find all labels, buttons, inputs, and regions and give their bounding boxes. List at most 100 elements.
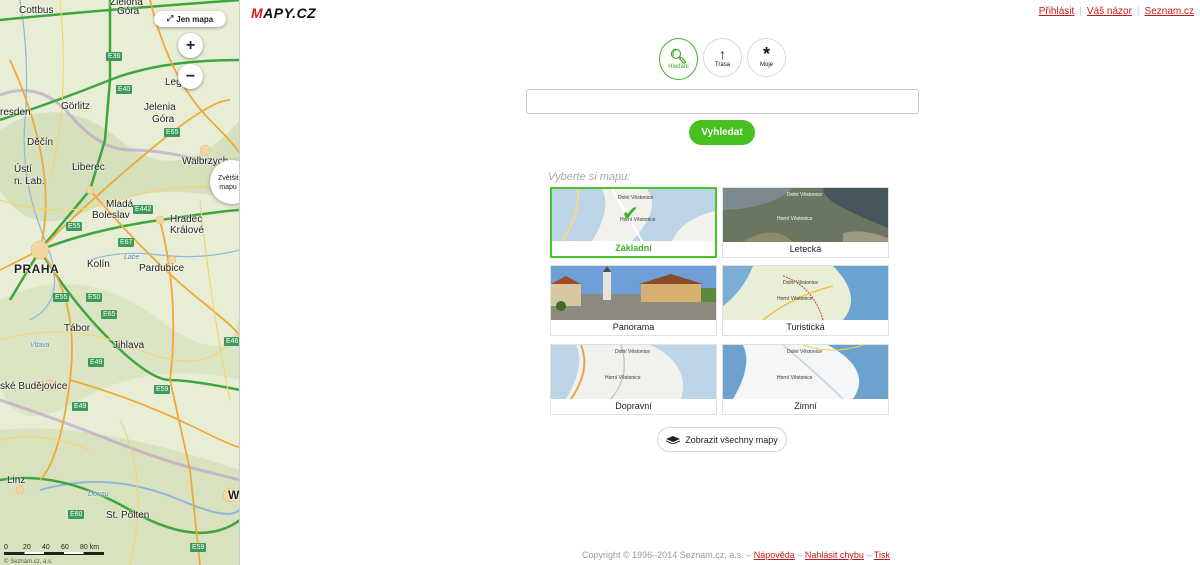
tab-search[interactable]: 🔍︎ Hledání — [659, 38, 698, 80]
map-city-label: Králové — [170, 225, 204, 236]
map-city-label: W — [228, 488, 240, 502]
map-card-letecka[interactable]: Dolní Věstonice Horní Věstonice Letecká — [722, 187, 889, 258]
star-icon: * — [762, 44, 770, 64]
map-layers-icon — [666, 435, 681, 444]
search-icon: 🔍︎ — [669, 47, 688, 64]
road-badge: E55 — [53, 293, 70, 302]
scale-tick: 60 — [61, 544, 69, 551]
choose-map-label: Vyberte si mapu: — [548, 171, 631, 183]
show-all-maps-button[interactable]: Zobrazit všechny mapy — [657, 427, 787, 452]
map-city-label: Góra — [117, 6, 140, 17]
search-input[interactable] — [526, 89, 919, 114]
map-city-label: Boleslav — [92, 210, 130, 221]
map-city-label: St. Pölten — [106, 510, 150, 521]
tab-label: Hledání — [668, 63, 689, 70]
tab-label: Moje — [759, 62, 773, 68]
map-thumbnail: Dolní Věstonice Horní Věstonice ✔ — [552, 189, 715, 241]
map-thumbnail: Dolní Věstonice Horní Věstonice — [723, 188, 888, 242]
map-card-label: Panorama — [612, 322, 655, 332]
map-only-label: Jen mapa — [176, 14, 214, 24]
map-city-label: Kolín — [87, 259, 110, 270]
road-badge: E40 — [116, 85, 133, 94]
map-river-label: Labe — [124, 254, 140, 261]
map-card-zakladni[interactable]: Dolní Věstonice Horní Věstonice ✔ Základ… — [550, 187, 717, 258]
zoom-in-button[interactable]: + — [178, 33, 203, 58]
map-card-zimni[interactable]: Dolní Věstonice Horní Věstonice Zimní — [722, 344, 889, 415]
tab-my[interactable]: * Moje — [747, 38, 786, 77]
seznam-link[interactable]: Seznam.cz — [1145, 6, 1194, 17]
footer-separator: – — [866, 550, 872, 560]
map-river-label: Vltava — [30, 342, 50, 349]
map-city-label: Linz — [7, 475, 26, 486]
map-card-panorama[interactable]: Panorama — [550, 265, 717, 336]
map-panel[interactable]: Cottbus Zielona Góra Legn Görlitz Jeleni… — [0, 0, 240, 565]
map-city-label: Jihlava — [113, 340, 145, 351]
expand-arrows-icon: ⤢ — [166, 14, 174, 23]
map-city-label: Góra — [152, 114, 175, 125]
scale-bar — [4, 552, 104, 555]
map-card-label: Turistická — [786, 322, 825, 332]
scale-tick: 20 — [23, 544, 31, 551]
map-city-label: Liberec — [72, 162, 105, 173]
feedback-link[interactable]: Váš názor — [1087, 6, 1132, 17]
footer-copyright: Copyright © 1996–2014 Seznam.cz, a.s. — [582, 550, 744, 560]
map-city-label: Mladá — [106, 199, 134, 210]
zoom-out-button[interactable]: − — [178, 64, 203, 89]
thumb-label: Horní Věstonice — [777, 375, 813, 381]
map-city-label: PRAHA — [14, 262, 60, 276]
map-copyright: © Seznam.cz, a.s. — [4, 559, 53, 565]
thumb-label: Horní Věstonice — [777, 216, 813, 222]
footer: Copyright © 1996–2014 Seznam.cz, a.s. – … — [582, 550, 890, 560]
tab-route[interactable]: ↑ Trasa — [703, 38, 742, 77]
thumb-label: Dolní Věstonice — [787, 192, 823, 198]
map-city-label: Cottbus — [19, 5, 54, 16]
road-badge: E442 — [133, 205, 154, 214]
login-link[interactable]: Přihlásit — [1039, 6, 1075, 17]
map-city-label: Görlitz — [61, 101, 90, 112]
tab-label: Trasa — [714, 62, 731, 68]
road-badge: E49 — [72, 402, 89, 411]
thumb-label: Dolní Věstonice — [783, 280, 819, 286]
map-thumbnail: Dolní Věstonice Horní Věstonice — [723, 266, 888, 320]
map-card-label: Základní — [615, 243, 652, 253]
expand-map-label: Zvětšit mapu — [218, 174, 239, 192]
map-city-label: Ústí — [14, 164, 32, 175]
map-card-dopravni[interactable]: Dolní Věstonice Horní Věstonice Dopravní — [550, 344, 717, 415]
report-error-link[interactable]: Nahlásit chybu — [805, 550, 864, 560]
map-thumbnail: Dolní Věstonice Horní Věstonice — [551, 345, 716, 399]
mapy-logo[interactable]: MAPY.CZ — [251, 5, 316, 21]
map-city-label: n. Lab. — [14, 176, 45, 187]
road-badge: E59 — [190, 543, 207, 552]
show-all-maps-label: Zobrazit všechny mapy — [685, 434, 778, 445]
search-button[interactable]: Vyhledat — [689, 120, 755, 145]
map-card-turisticka[interactable]: Dolní Věstonice Horní Věstonice Turistic… — [722, 265, 889, 336]
map-card-label: Letecká — [789, 244, 822, 254]
expand-map-line1: Zvětšit — [218, 175, 239, 182]
map-scale: 0 20 40 60 80 km — [4, 544, 104, 555]
map-city-label: Děčín — [27, 137, 54, 148]
help-link[interactable]: Nápověda — [754, 550, 795, 560]
expand-map-line2: mapu — [219, 184, 237, 191]
map-card-label: Dopravní — [615, 401, 652, 411]
footer-separator: – — [746, 550, 752, 560]
map-only-button[interactable]: ⤢ Jen mapa — [154, 11, 226, 27]
print-link[interactable]: Tisk — [874, 550, 890, 560]
top-links: Přihlásit | Váš názor | Seznam.cz — [1038, 6, 1194, 17]
map-city-label: resden — [0, 107, 31, 118]
map-city-label: Hradec — [170, 214, 203, 225]
road-badge: E50 — [86, 293, 103, 302]
map-river-label: Donau — [88, 491, 109, 498]
road-badge: E65 — [101, 310, 118, 319]
road-badge: E55 — [66, 222, 83, 231]
thumb-label: Horní Věstonice — [777, 296, 813, 302]
footer-separator: – — [797, 550, 803, 560]
map-city-label: Pardubice — [139, 263, 185, 274]
road-badge: E65 — [164, 128, 181, 137]
map-card-label: Zimní — [794, 401, 817, 411]
checkmark-icon: ✔ — [622, 203, 639, 225]
map-city-label: ské Budějovice — [0, 381, 68, 392]
thumb-label: Dolní Věstonice — [615, 349, 651, 355]
scale-tick: 40 — [42, 544, 50, 551]
road-badge: E59 — [154, 385, 171, 394]
road-badge: E60 — [68, 510, 85, 519]
